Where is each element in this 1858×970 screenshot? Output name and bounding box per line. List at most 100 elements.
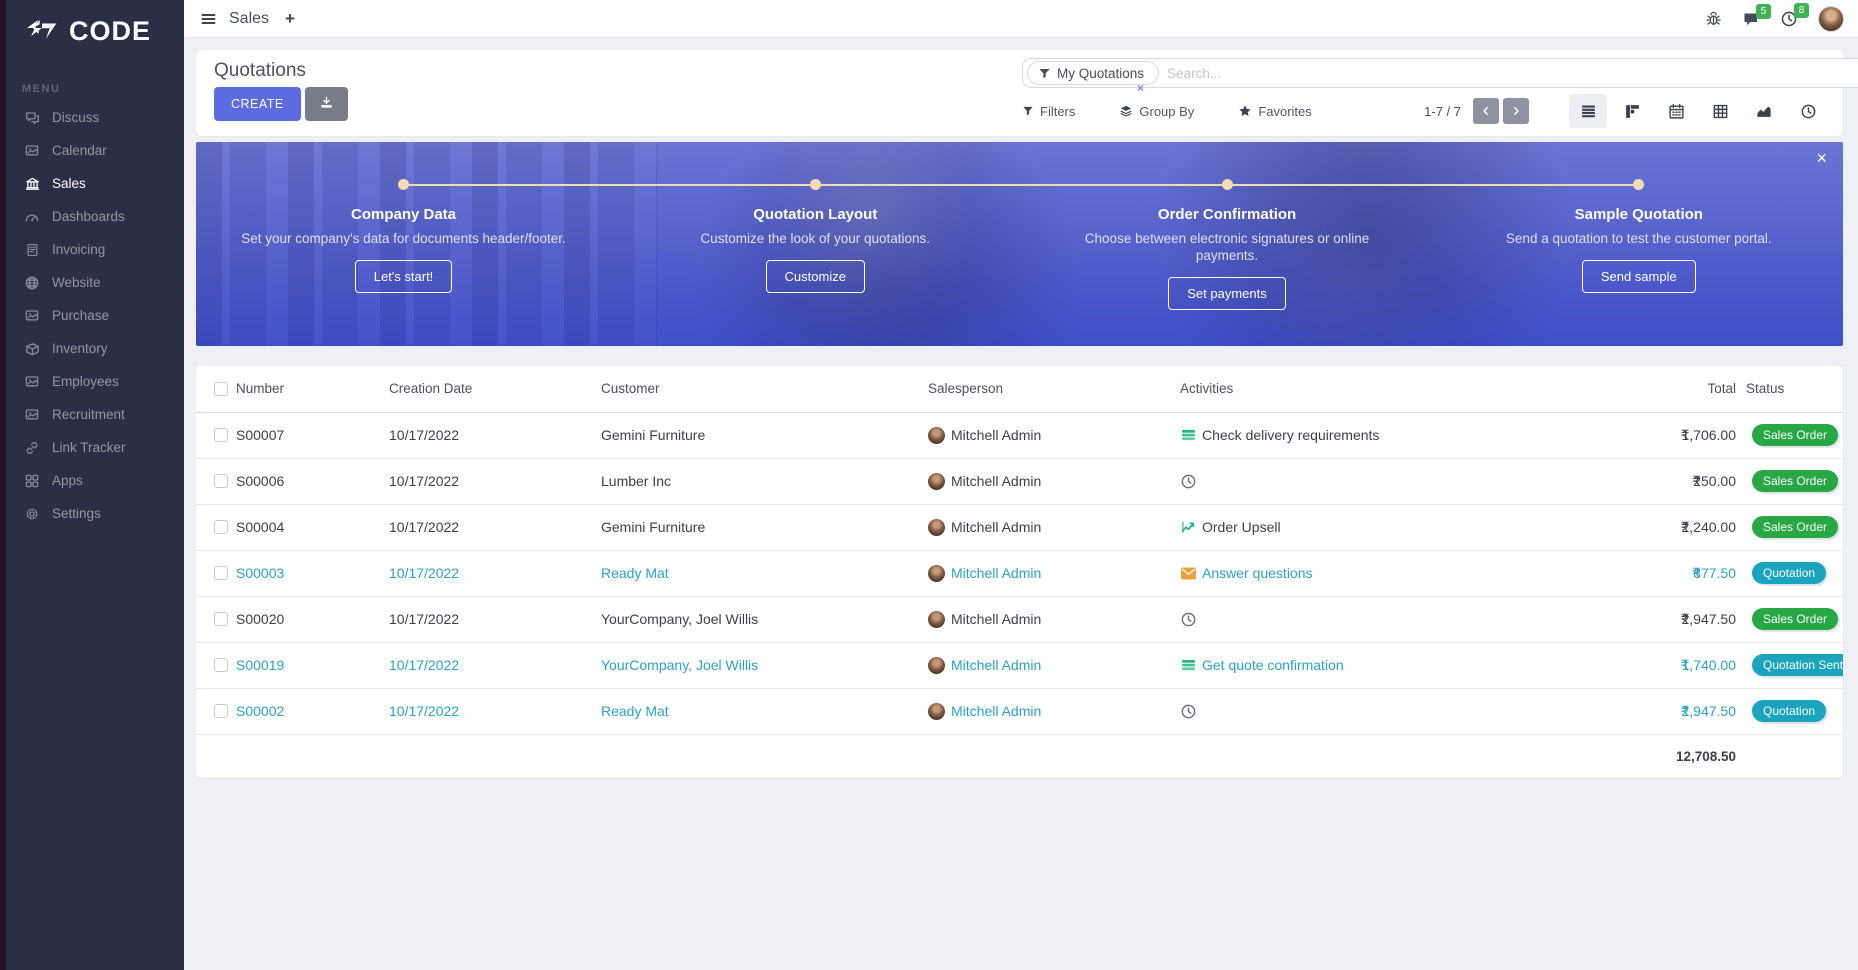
cell-number[interactable]: S00006 xyxy=(236,458,389,504)
add-tab-button[interactable]: + xyxy=(285,9,295,29)
cell-customer[interactable]: Gemini Furniture xyxy=(601,412,928,458)
cell-number[interactable]: S00019 xyxy=(236,642,389,688)
cell-activity[interactable]: Answer questions xyxy=(1180,550,1632,596)
cell-activity[interactable]: Order Upsell xyxy=(1180,504,1632,550)
cell-customer[interactable]: YourCompany, Joel Willis xyxy=(601,596,928,642)
close-icon[interactable]: × xyxy=(1816,148,1827,169)
cell-creation-date[interactable]: 10/17/2022 xyxy=(389,458,601,504)
row-checkbox[interactable] xyxy=(214,704,228,718)
filters-button[interactable]: Filters xyxy=(1022,104,1075,119)
favorites-button[interactable]: Favorites xyxy=(1238,104,1311,119)
cell-activity[interactable]: Get quote confirmation xyxy=(1180,642,1632,688)
view-switch-kanban[interactable] xyxy=(1613,94,1651,128)
sidebar-item-apps[interactable]: Apps xyxy=(6,464,184,497)
table-row[interactable]: S0001910/17/2022YourCompany, Joel Willis… xyxy=(196,642,1843,688)
cell-activity[interactable] xyxy=(1180,458,1632,504)
cell-number[interactable]: S00004 xyxy=(236,504,389,550)
cell-salesperson[interactable]: Mitchell Admin xyxy=(928,504,1180,550)
view-switch-graph[interactable] xyxy=(1745,94,1783,128)
sidebar-item-settings[interactable]: Settings xyxy=(6,497,184,530)
step-action-button[interactable]: Let's start! xyxy=(355,260,453,293)
column-header-number[interactable]: Number xyxy=(236,366,389,412)
row-checkbox[interactable] xyxy=(214,428,228,442)
row-checkbox[interactable] xyxy=(214,474,228,488)
app-logo[interactable]: CODE xyxy=(6,0,184,47)
sidebar-item-dashboards[interactable]: Dashboards xyxy=(6,200,184,233)
cell-salesperson[interactable]: Mitchell Admin xyxy=(928,596,1180,642)
view-switch-pivot[interactable] xyxy=(1701,94,1739,128)
sidebar-item-inventory[interactable]: Inventory xyxy=(6,332,184,365)
sidebar-item-purchase[interactable]: Purchase xyxy=(6,299,184,332)
cell-activity[interactable]: Check delivery requirements xyxy=(1180,412,1632,458)
cell-salesperson[interactable]: Mitchell Admin xyxy=(928,458,1180,504)
column-header-status[interactable]: Status xyxy=(1746,366,1843,412)
cell-customer[interactable]: Ready Mat xyxy=(601,688,928,734)
row-checkbox[interactable] xyxy=(214,658,228,672)
cell-number[interactable]: S00003 xyxy=(236,550,389,596)
active-app-title[interactable]: Sales xyxy=(229,10,269,28)
cell-number[interactable]: S00002 xyxy=(236,688,389,734)
cell-salesperson[interactable]: Mitchell Admin xyxy=(928,688,1180,734)
pager-previous-button[interactable] xyxy=(1473,98,1499,124)
view-switch-calendar[interactable] xyxy=(1657,94,1695,128)
table-row[interactable]: S0000710/17/2022Gemini FurnitureMitchell… xyxy=(196,412,1843,458)
sidebar-item-link-tracker[interactable]: Link Tracker xyxy=(6,431,184,464)
cell-customer[interactable]: Ready Mat xyxy=(601,550,928,596)
messages-icon[interactable]: 5 xyxy=(1742,11,1760,27)
sidebar-item-employees[interactable]: Employees xyxy=(6,365,184,398)
cell-activity[interactable] xyxy=(1180,688,1632,734)
sidebar-item-sales[interactable]: Sales xyxy=(6,167,184,200)
cell-salesperson[interactable]: Mitchell Admin xyxy=(928,642,1180,688)
table-row[interactable]: S0000210/17/2022Ready MatMitchell Admin₹… xyxy=(196,688,1843,734)
sidebar-item-invoicing[interactable]: Invoicing xyxy=(6,233,184,266)
column-header-customer[interactable]: Customer xyxy=(601,366,928,412)
column-header-salesperson[interactable]: Salesperson xyxy=(928,366,1180,412)
row-checkbox[interactable] xyxy=(214,566,228,580)
table-row[interactable]: S0000310/17/2022Ready MatMitchell AdminA… xyxy=(196,550,1843,596)
facet-remove-icon[interactable]: × xyxy=(1137,81,1144,95)
cell-customer[interactable]: Lumber Inc xyxy=(601,458,928,504)
view-switch-list[interactable] xyxy=(1569,94,1607,128)
search-facet-chip[interactable]: My Quotations × xyxy=(1027,61,1159,85)
view-switch-activity[interactable] xyxy=(1789,94,1827,128)
column-header-activities[interactable]: Activities xyxy=(1180,366,1632,412)
step-action-button[interactable]: Customize xyxy=(766,260,865,293)
sidebar-item-recruitment[interactable]: Recruitment xyxy=(6,398,184,431)
sidebar-item-calendar[interactable]: Calendar xyxy=(6,134,184,167)
cell-number[interactable]: S00007 xyxy=(236,412,389,458)
cell-activity[interactable] xyxy=(1180,596,1632,642)
export-button[interactable] xyxy=(305,87,348,121)
cell-creation-date[interactable]: 10/17/2022 xyxy=(389,688,601,734)
sidebar-item-discuss[interactable]: Discuss xyxy=(6,101,184,134)
column-header-creation-date[interactable]: Creation Date xyxy=(389,366,601,412)
cell-salesperson[interactable]: Mitchell Admin xyxy=(928,550,1180,596)
select-all-checkbox[interactable] xyxy=(214,382,228,396)
debug-bug-icon[interactable] xyxy=(1705,10,1722,27)
table-row[interactable]: S0000610/17/2022Lumber IncMitchell Admin… xyxy=(196,458,1843,504)
cell-creation-date[interactable]: 10/17/2022 xyxy=(389,550,601,596)
hamburger-menu-icon[interactable] xyxy=(200,11,217,27)
cell-creation-date[interactable]: 10/17/2022 xyxy=(389,504,601,550)
cell-salesperson[interactable]: Mitchell Admin xyxy=(928,412,1180,458)
table-row[interactable]: S0000410/17/2022Gemini FurnitureMitchell… xyxy=(196,504,1843,550)
row-checkbox[interactable] xyxy=(214,520,228,534)
cell-creation-date[interactable]: 10/17/2022 xyxy=(389,412,601,458)
search-input[interactable]: My Quotations × Search... xyxy=(1022,58,1858,88)
step-action-button[interactable]: Set payments xyxy=(1168,277,1286,310)
sidebar-item-website[interactable]: Website xyxy=(6,266,184,299)
cell-customer[interactable]: YourCompany, Joel Willis xyxy=(601,642,928,688)
activities-clock-icon[interactable]: 8 xyxy=(1780,10,1798,28)
create-button[interactable]: CREATE xyxy=(214,87,301,121)
search-placeholder: Search... xyxy=(1167,66,1221,81)
table-row[interactable]: S0002010/17/2022YourCompany, Joel Willis… xyxy=(196,596,1843,642)
step-action-button[interactable]: Send sample xyxy=(1582,260,1696,293)
cell-creation-date[interactable]: 10/17/2022 xyxy=(389,596,601,642)
user-avatar[interactable] xyxy=(1818,6,1844,32)
group-by-button[interactable]: Group By xyxy=(1119,104,1194,119)
cell-customer[interactable]: Gemini Furniture xyxy=(601,504,928,550)
row-checkbox[interactable] xyxy=(214,612,228,626)
column-header-total[interactable]: Total xyxy=(1632,366,1746,412)
cell-creation-date[interactable]: 10/17/2022 xyxy=(389,642,601,688)
cell-number[interactable]: S00020 xyxy=(236,596,389,642)
pager-next-button[interactable] xyxy=(1503,98,1529,124)
